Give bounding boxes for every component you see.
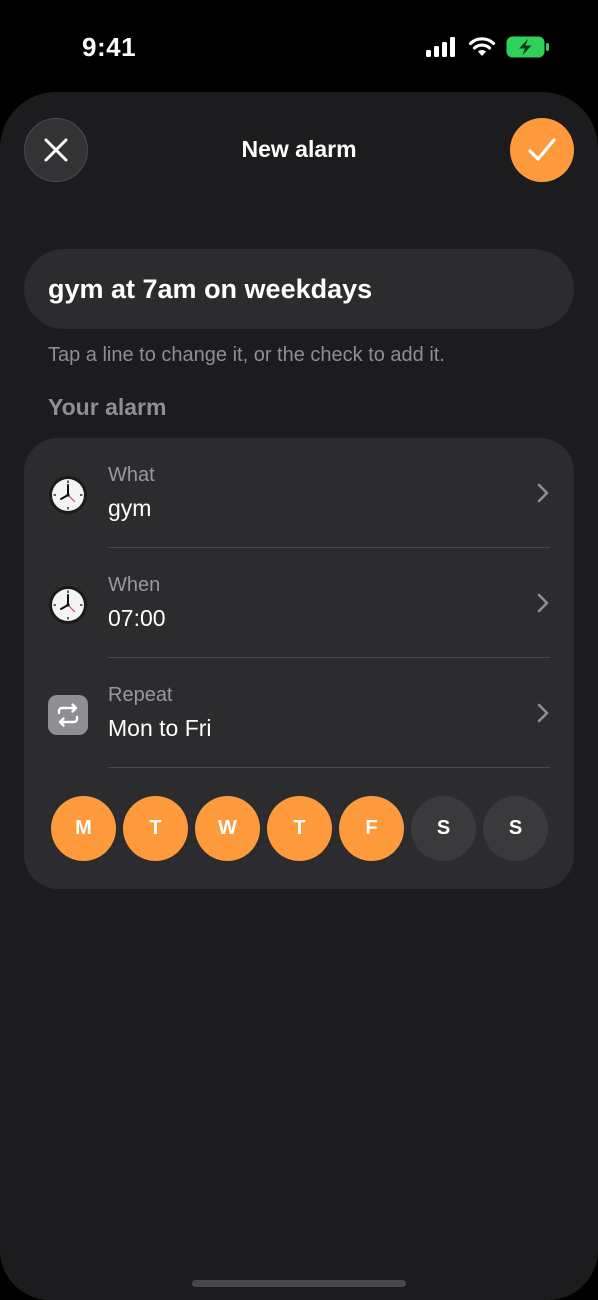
row-repeat-label: Repeat — [108, 684, 173, 706]
row-what-label: What — [108, 464, 155, 486]
day-toggle-wednesday[interactable]: W — [195, 796, 260, 861]
cellular-signal-icon — [426, 37, 455, 57]
day-toggle-saturday[interactable]: S — [411, 796, 476, 861]
alarm-query-input[interactable]: gym at 7am on weekdays — [24, 249, 574, 329]
status-time: 9:41 — [82, 32, 137, 62]
battery-charging-icon — [506, 36, 549, 58]
row-repeat[interactable]: Repeat Mon to Fri — [24, 658, 574, 768]
confirm-button[interactable] — [510, 118, 574, 182]
day-toggle-thursday[interactable]: T — [267, 796, 332, 861]
chevron-right-icon — [537, 593, 549, 613]
sheet-title: New alarm — [241, 136, 357, 162]
wifi-icon — [468, 37, 496, 56]
row-when[interactable]: When 07:00 — [24, 548, 574, 658]
day-toggle-tuesday[interactable]: T — [123, 796, 188, 861]
clock-icon — [49, 586, 87, 624]
divider — [108, 767, 550, 768]
day-selector: M T W T F S S — [51, 796, 548, 861]
new-alarm-sheet: New alarm gym at 7am on weekdays Tap a l… — [0, 92, 598, 1300]
home-indicator — [192, 1280, 406, 1287]
row-what[interactable]: What gym — [24, 438, 574, 548]
day-toggle-monday[interactable]: M — [51, 796, 116, 861]
row-repeat-value: Mon to Fri — [108, 715, 212, 741]
alarm-details-card: What gym When 07:00 Repeat Mon to Fri M … — [24, 438, 574, 889]
repeat-icon — [48, 695, 88, 735]
status-bar: 9:41 — [0, 0, 598, 94]
day-toggle-sunday[interactable]: S — [483, 796, 548, 861]
row-when-value: 07:00 — [108, 605, 166, 631]
chevron-right-icon — [537, 703, 549, 723]
hint-text: Tap a line to change it, or the check to… — [48, 344, 445, 366]
row-what-value: gym — [108, 495, 152, 521]
clock-icon — [49, 476, 87, 514]
status-icons — [426, 36, 550, 58]
chevron-right-icon — [537, 483, 549, 503]
day-toggle-friday[interactable]: F — [339, 796, 404, 861]
section-title: Your alarm — [48, 394, 167, 420]
row-when-label: When — [108, 574, 161, 596]
checkmark-icon — [528, 138, 556, 161]
